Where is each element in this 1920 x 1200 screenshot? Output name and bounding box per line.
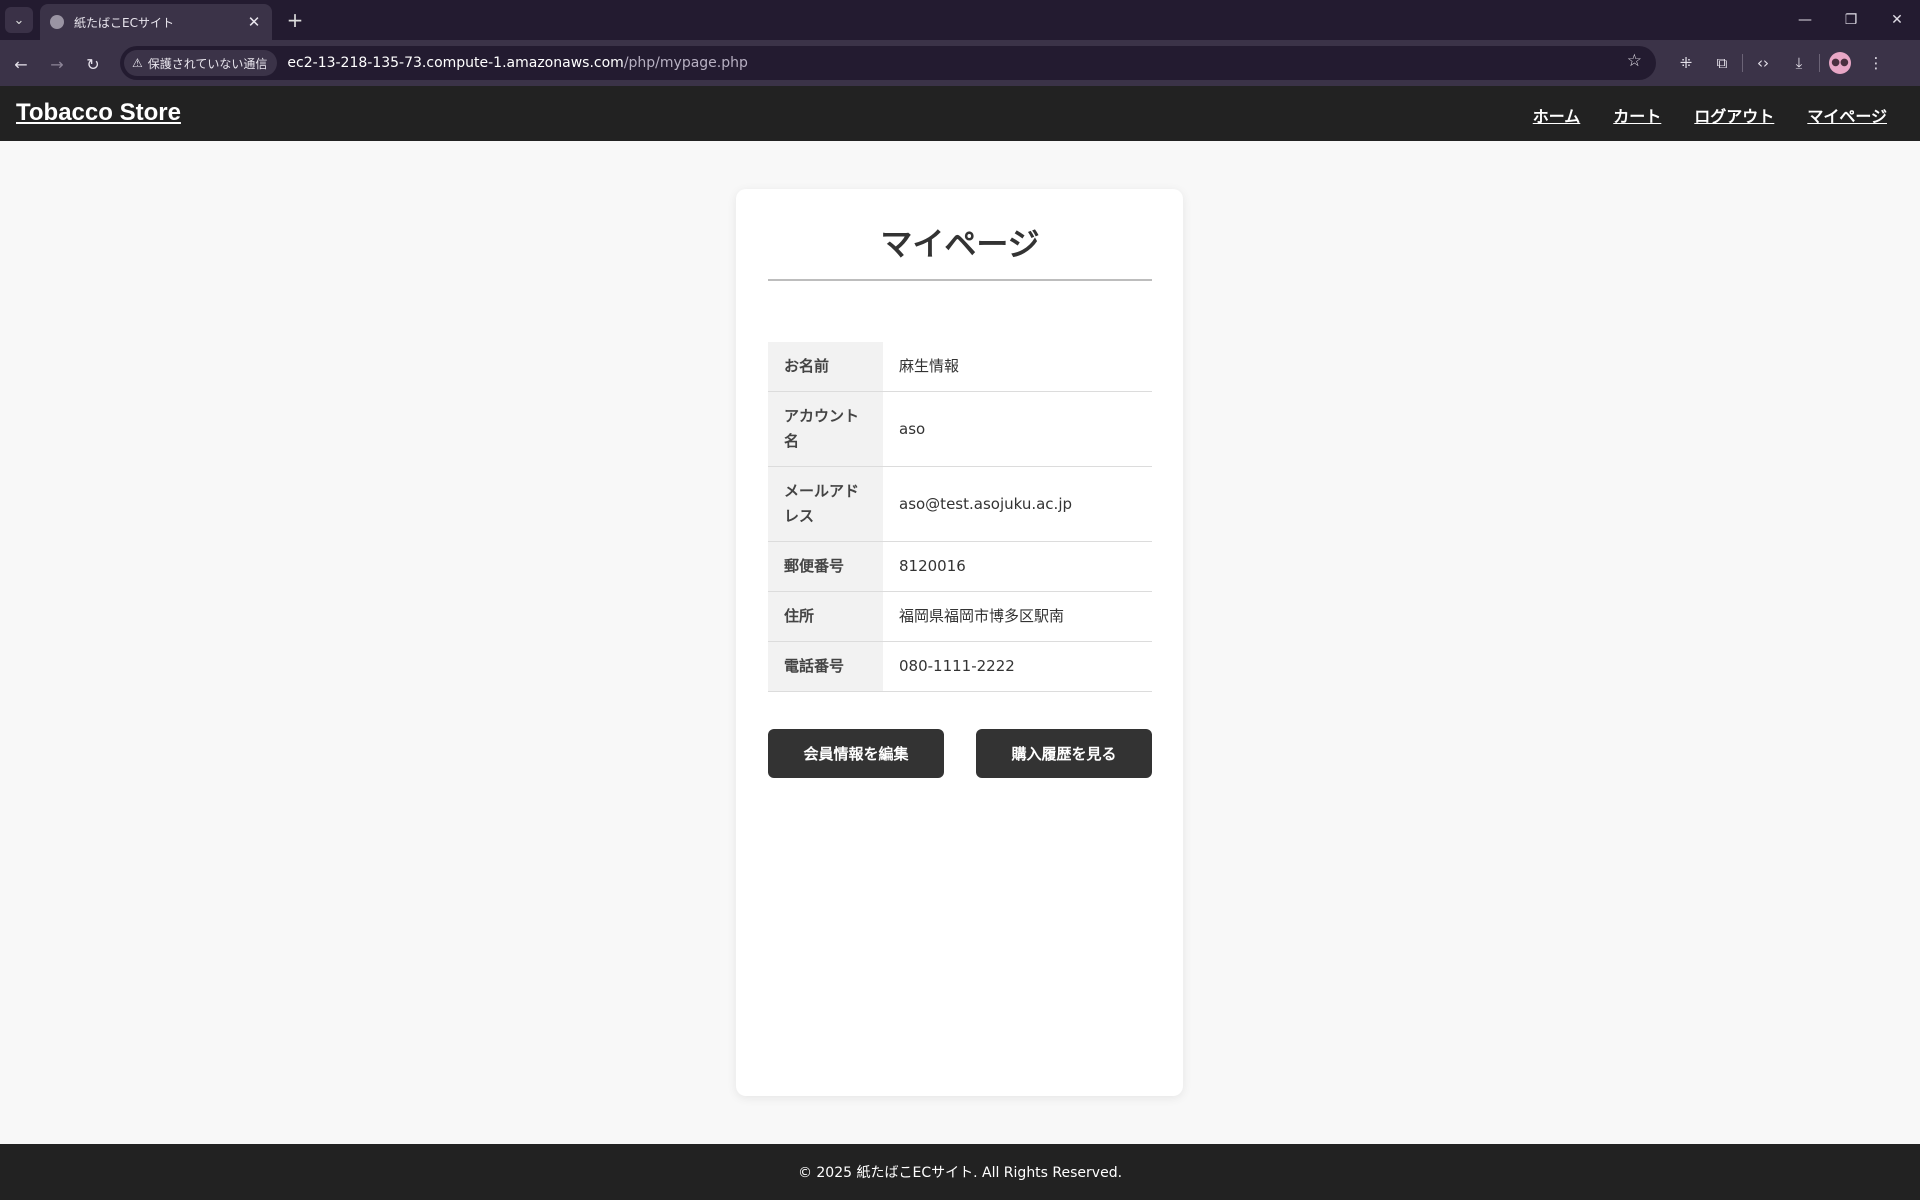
new-tab-button[interactable]: + [282,7,308,33]
site-footer: © 2025 紙たばこECサイト. All Rights Reserved. [0,1144,1920,1200]
toolbar-divider [1742,54,1743,72]
download-icon[interactable]: ⤓ [1781,54,1817,72]
copyright-text: © 2025 紙たばこECサイト. All Rights Reserved. [797,1165,1123,1181]
reload-icon: ↻ [86,54,100,74]
row-value: 8120016 [883,541,1152,592]
row-value: 福岡県福岡市博多区駅南 [883,591,1152,642]
restore-icon[interactable]: ❐ [1828,0,1874,40]
extension-grid-icon[interactable]: ⁜ [1668,54,1704,72]
page-title: マイページ [768,219,1152,281]
table-row: 電話番号 080-1111-2222 [768,641,1152,692]
bookmark-star-icon[interactable]: ☆ [1627,51,1642,71]
row-value: aso [883,391,1152,467]
site-nav: ホーム カート ログアウト マイページ [1533,103,1887,127]
nav-logout-link[interactable]: ログアウト [1694,103,1774,127]
close-tab-icon[interactable]: ✕ [246,13,262,31]
browser-toolbar: ← → ↻ ⚠ 保護されていない通信 ec2-13-218-135-73.com… [0,40,1920,86]
security-label: 保護されていない通信 [147,56,268,71]
table-row: お名前 麻生情報 [768,342,1152,392]
row-label: お名前 [768,342,883,392]
nav-mypage-link[interactable]: マイページ [1807,103,1887,127]
row-label: 郵便番号 [768,541,883,592]
nav-cart-link[interactable]: カート [1613,103,1661,127]
tab-search-button[interactable]: ⌄ [5,7,33,33]
globe-icon [50,15,64,29]
arrow-left-icon: ← [14,54,28,74]
nav-home-link[interactable]: ホーム [1533,103,1581,127]
reload-button[interactable]: ↻ [80,51,106,77]
table-row: 郵便番号 8120016 [768,541,1152,592]
purchase-history-button[interactable]: 購入履歴を見る [976,729,1152,778]
member-info-table: お名前 麻生情報 アカウント名 aso メールアドレス aso@test.aso… [768,342,1152,692]
table-row: アカウント名 aso [768,391,1152,467]
forward-button[interactable]: → [44,51,70,77]
security-chip[interactable]: ⚠ 保護されていない通信 [124,50,278,76]
devtools-code-icon[interactable]: ‹› [1745,54,1781,72]
extensions-puzzle-icon[interactable]: ⧉ [1704,54,1740,72]
row-value: 080-1111-2222 [883,641,1152,692]
arrow-right-icon: → [50,54,64,74]
row-label: メールアドレス [768,466,883,542]
site-logo-link[interactable]: Tobacco Store [16,99,181,127]
row-label: 電話番号 [768,641,883,692]
profile-avatar-icon[interactable]: ●● [1829,52,1851,74]
row-value: aso@test.asojuku.ac.jp [883,466,1152,542]
row-value: 麻生情報 [883,342,1152,392]
edit-member-info-button[interactable]: 会員情報を編集 [768,729,944,778]
mypage-card: マイページ お名前 麻生情報 アカウント名 aso メールアドレス aso@te… [736,189,1183,1096]
close-window-icon[interactable]: ✕ [1874,0,1920,40]
back-button[interactable]: ← [8,51,34,77]
browser-tabbar: ⌄ 紙たばこECサイト ✕ + — ❐ ✕ [0,0,1920,40]
table-row: メールアドレス aso@test.asojuku.ac.jp [768,466,1152,542]
url-path: /php/mypage.php [623,55,748,71]
chevron-down-icon: ⌄ [13,12,25,28]
address-bar[interactable]: ⚠ 保護されていない通信 ec2-13-218-135-73.compute-1… [120,46,1656,80]
site-header: Tobacco Store ホーム カート ログアウト マイページ [0,86,1920,141]
warning-icon: ⚠ [132,56,143,70]
row-label: アカウント名 [768,391,883,467]
toolbar-divider [1819,54,1820,72]
plus-icon: + [286,8,304,32]
table-row: 住所 福岡県福岡市博多区駅南 [768,591,1152,642]
menu-kebab-icon[interactable]: ⋮ [1858,54,1894,72]
url-text[interactable]: ec2-13-218-135-73.compute-1.amazonaws.co… [287,55,747,71]
minimize-icon[interactable]: — [1782,0,1828,40]
tab-title: 紙たばこECサイト [74,15,174,30]
row-label: 住所 [768,591,883,642]
url-host: ec2-13-218-135-73.compute-1.amazonaws.co… [287,55,624,71]
browser-tab[interactable]: 紙たばこECサイト ✕ [40,4,272,40]
